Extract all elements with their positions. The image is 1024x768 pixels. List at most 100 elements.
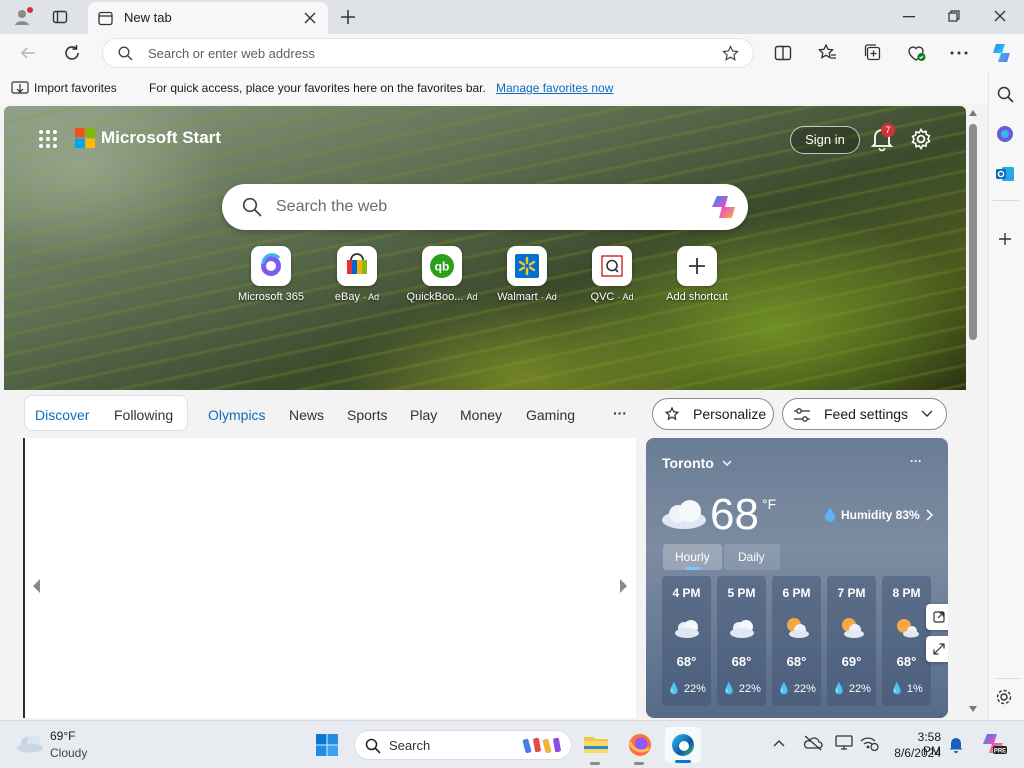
open-external-button[interactable] — [926, 604, 948, 630]
import-favorites-link[interactable]: Import favorites — [34, 81, 117, 95]
search-copilot-icon[interactable] — [710, 194, 738, 220]
taskbar: 69°F Cloudy Search 3:58 PM 8/6/2024 PRE — [0, 720, 1024, 768]
more-tabs-button[interactable]: ··· — [613, 405, 627, 421]
taskbar-weather-icon[interactable] — [16, 733, 44, 753]
cloud-icon — [660, 496, 708, 532]
expand-button[interactable] — [926, 636, 948, 662]
weather-more-button[interactable]: ··· — [910, 454, 922, 468]
shortcut-ebay[interactable]: eBay · Ad — [315, 246, 399, 310]
clock-date[interactable]: 8/6/2024 — [890, 746, 941, 760]
profile-icon[interactable] — [12, 6, 34, 28]
ebay-bag-icon — [337, 246, 377, 286]
manage-favorites-link[interactable]: Manage favorites now — [496, 81, 613, 95]
tab-discover[interactable]: Discover — [35, 407, 89, 423]
scroll-down-icon[interactable] — [969, 706, 977, 712]
temp-unit[interactable]: °F — [762, 496, 776, 512]
page-settings-icon[interactable] — [910, 128, 932, 150]
hour-column[interactable]: 7 PM 69° 💧 22% — [827, 576, 876, 706]
tab-daily[interactable]: Daily — [724, 544, 780, 570]
favorite-star-icon[interactable] — [722, 45, 739, 62]
display-icon[interactable] — [835, 735, 853, 751]
tab-play[interactable]: Play — [410, 407, 437, 423]
shortcut-quickbooks[interactable]: qb QuickBoo... Ad — [400, 246, 484, 310]
sidebar-copilot-icon[interactable] — [995, 124, 1015, 144]
tab-gaming[interactable]: Gaming — [526, 407, 575, 423]
tab-new-tab[interactable]: New tab — [88, 2, 328, 34]
restore-icon[interactable] — [948, 10, 960, 22]
tab-sports[interactable]: Sports — [347, 407, 387, 423]
tab-olympics[interactable]: Olympics — [208, 407, 266, 423]
personalize-button[interactable]: Personalize — [652, 398, 774, 430]
more-menu-icon[interactable] — [950, 51, 968, 55]
shortcut-qvc[interactable]: QVC · Ad — [570, 246, 654, 310]
scroll-up-icon[interactable] — [969, 110, 977, 116]
back-icon[interactable] — [20, 45, 36, 61]
sidebar-settings-icon[interactable] — [995, 688, 1013, 706]
page-scrollbar[interactable] — [966, 106, 980, 718]
split-screen-icon[interactable] — [774, 44, 792, 62]
tab-news[interactable]: News — [289, 407, 324, 423]
minimize-icon[interactable] — [903, 16, 915, 18]
tab-title: New tab — [124, 10, 172, 25]
file-explorer-icon[interactable] — [583, 733, 609, 755]
shortcut-walmart[interactable]: Walmart · Ad — [485, 246, 569, 310]
tab-money[interactable]: Money — [460, 407, 502, 423]
weather-city[interactable]: Toronto — [662, 455, 714, 471]
hour-column[interactable]: 5 PM 68° 💧 22% — [717, 576, 766, 706]
hour-column[interactable]: 8 PM 68° 💧 1% — [882, 576, 931, 706]
favorites-icon[interactable] — [818, 43, 837, 62]
chevron-down-icon — [921, 410, 933, 418]
shortcut-add[interactable]: Add shortcut — [655, 246, 739, 310]
close-tab-icon[interactable] — [304, 12, 316, 24]
feed-carousel-card[interactable] — [23, 438, 636, 718]
hour-precip: 💧 1% — [890, 683, 923, 695]
sidebar-search-icon[interactable] — [997, 86, 1014, 103]
web-search-box[interactable]: Search the web — [222, 184, 748, 230]
firefox-icon[interactable] — [627, 732, 653, 758]
search-highlight-icon — [521, 735, 565, 757]
app-launcher-icon[interactable] — [38, 129, 58, 149]
chevron-right-icon[interactable] — [926, 509, 933, 521]
taskbar-edge-button[interactable] — [665, 727, 701, 763]
tab-hourly[interactable]: Hourly — [663, 544, 722, 570]
onedrive-icon[interactable] — [803, 735, 823, 751]
weather-card[interactable]: Toronto ··· 68 °F Humidity 83% Hourly Da… — [646, 438, 948, 718]
notification-bell-icon[interactable] — [948, 735, 964, 753]
tab-actions-icon[interactable] — [52, 9, 68, 25]
collections-icon[interactable] — [863, 43, 882, 62]
sidebar-add-icon[interactable] — [998, 232, 1012, 246]
hour-column[interactable]: 6 PM 68° 💧 22% — [772, 576, 821, 706]
feed-settings-button[interactable]: Feed settings — [782, 398, 947, 430]
copilot-icon[interactable] — [990, 41, 1014, 65]
humidity-label[interactable]: Humidity 83% — [841, 508, 920, 522]
shortcut-microsoft-365[interactable]: Microsoft 365 — [229, 246, 313, 310]
taskbar-search-label: Search — [389, 738, 431, 753]
ad-label: · Ad — [363, 292, 380, 302]
carousel-prev-icon[interactable] — [31, 578, 41, 594]
title-bar: New tab — [0, 0, 1024, 34]
refresh-icon[interactable] — [63, 44, 81, 62]
network-icon[interactable] — [859, 735, 879, 751]
taskbar-weather-temp[interactable]: 69°F — [50, 729, 75, 743]
tab-following[interactable]: Following — [114, 407, 173, 423]
new-tab-icon[interactable] — [340, 9, 356, 25]
close-window-icon[interactable] — [994, 10, 1006, 22]
carousel-next-icon[interactable] — [619, 578, 629, 594]
humidity-drop-icon — [824, 506, 836, 522]
address-bar[interactable]: Search or enter web address — [102, 38, 754, 68]
taskbar-search-box[interactable]: Search — [354, 730, 572, 760]
start-button-icon[interactable] — [316, 734, 338, 756]
sign-in-button[interactable]: Sign in — [790, 126, 860, 154]
browser-essentials-icon[interactable] — [906, 43, 926, 62]
taskbar-weather-desc[interactable]: Cloudy — [50, 746, 87, 760]
hour-column[interactable]: 4 PM 68° 💧 22% — [662, 576, 711, 706]
city-chevron-icon[interactable] — [722, 460, 732, 467]
hour-time: 4 PM — [672, 586, 701, 600]
qvc-icon — [592, 246, 632, 286]
sidebar-outlook-icon[interactable] — [995, 164, 1015, 184]
scroll-thumb[interactable] — [969, 124, 977, 340]
hour-precip-value: 22% — [683, 683, 706, 695]
show-hidden-icons[interactable] — [773, 739, 785, 747]
copilot-pre-icon[interactable]: PRE — [981, 732, 1007, 756]
partly-sunny-icon — [838, 616, 866, 640]
